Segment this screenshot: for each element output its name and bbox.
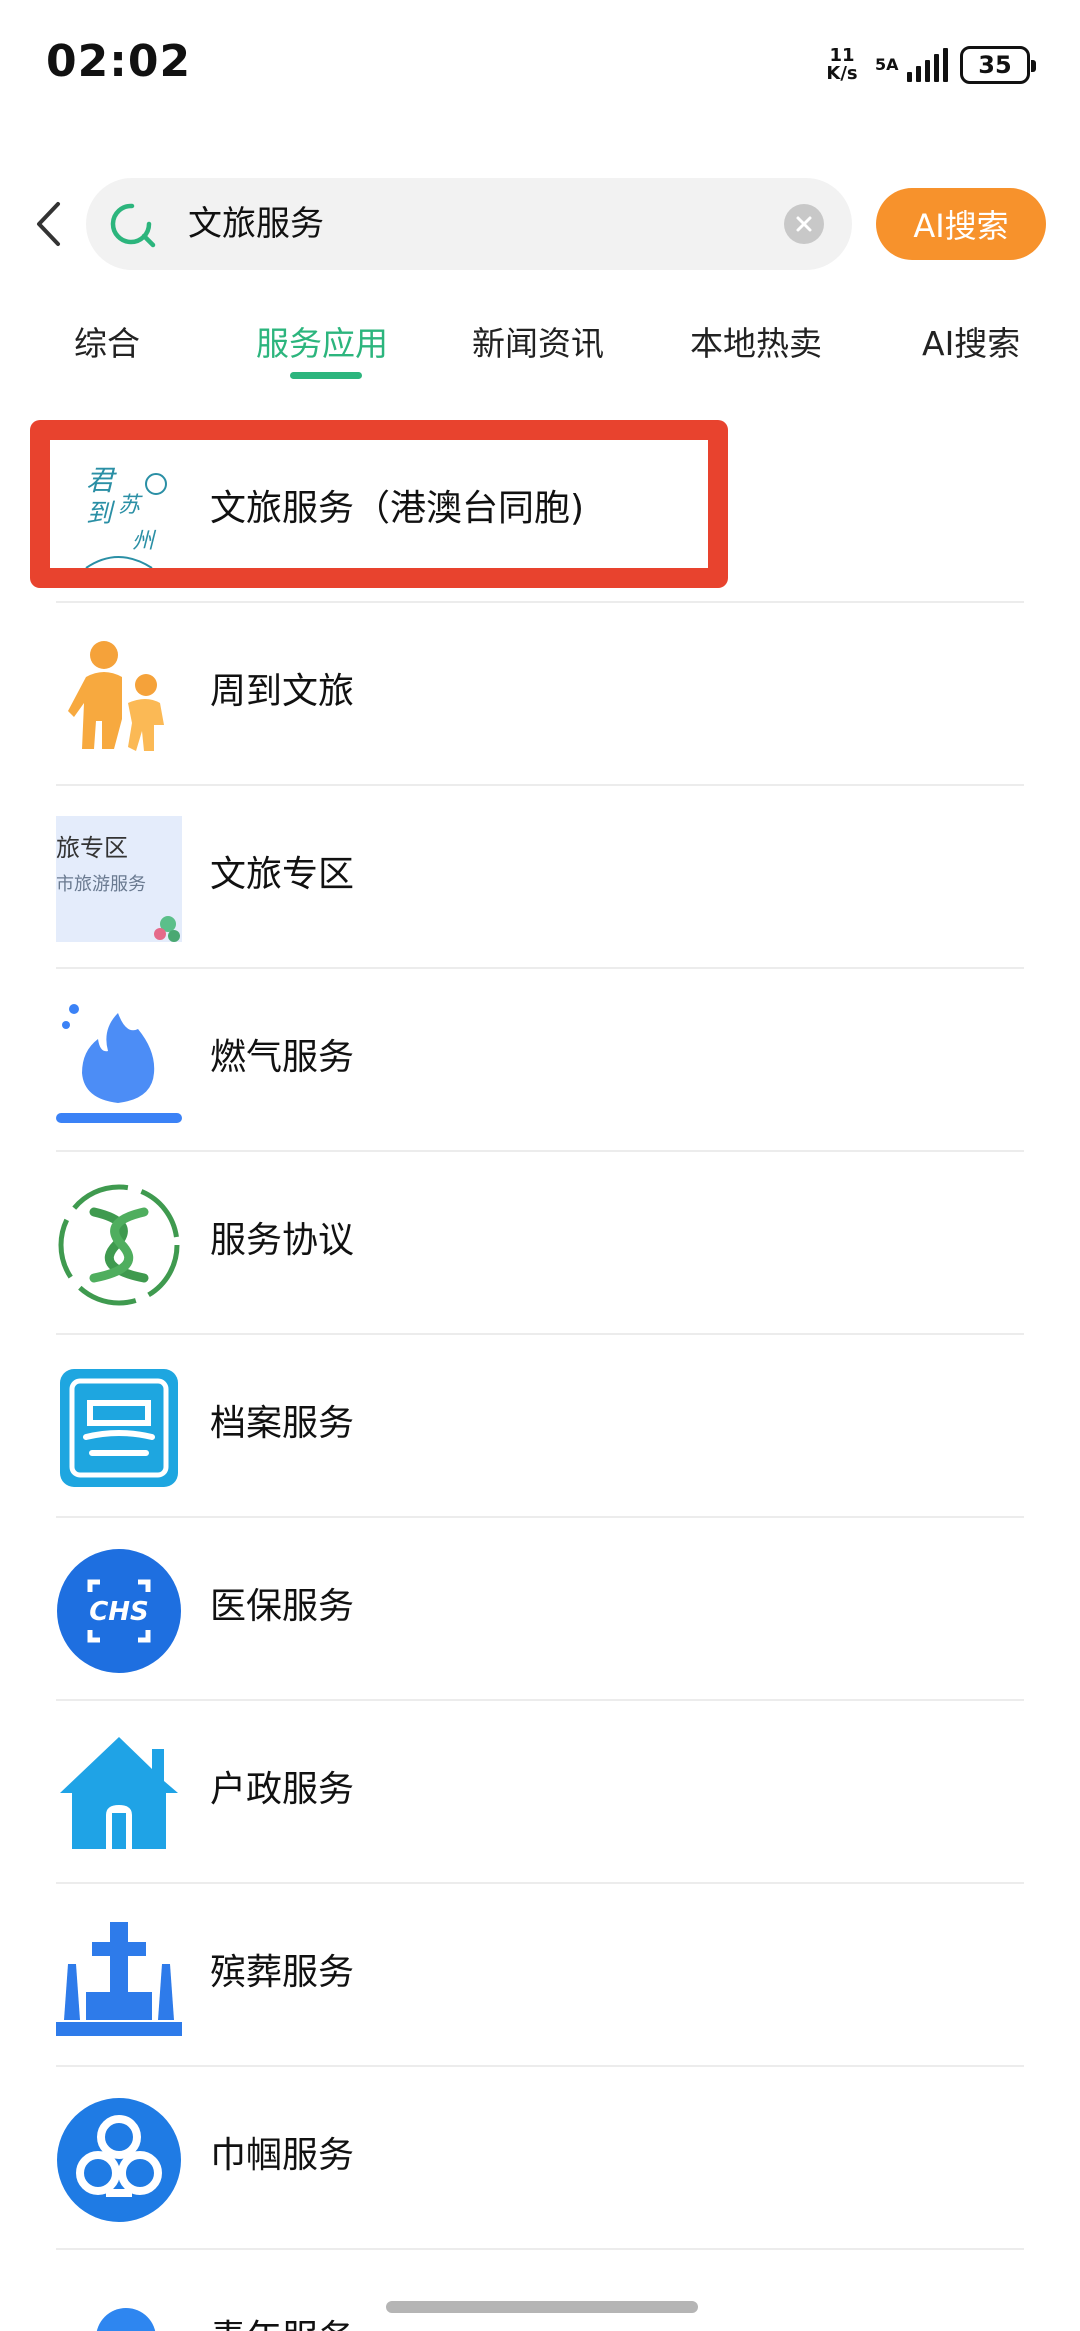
svg-text:州: 州	[132, 529, 157, 554]
list-item-label: 档案服务	[210, 1403, 355, 1444]
status-indicators: 11 K/s 5A 35	[821, 40, 1036, 90]
close-icon	[796, 216, 812, 232]
parent-child-icon	[56, 633, 182, 759]
list-item-label: 医保服务	[210, 1586, 355, 1627]
agreement-emblem-icon	[56, 1182, 182, 1308]
tab-service-apps[interactable]: 服务应用	[256, 318, 388, 370]
svg-text:旅专区: 旅专区	[56, 834, 128, 862]
list-item-label: 户政服务	[210, 1769, 355, 1810]
list-item[interactable]: 殡葬服务	[0, 1884, 1080, 2067]
cloud-icon	[56, 2280, 182, 2331]
status-bar: 02:02 11 K/s 5A 35	[0, 0, 1080, 130]
list-item[interactable]: 燃气服务	[0, 969, 1080, 1152]
tab-comprehensive[interactable]: 综合	[74, 318, 140, 370]
network-speed-unit: K/s	[826, 63, 858, 84]
list-item[interactable]: 周到文旅	[0, 603, 1080, 786]
list-item-label: 殡葬服务	[210, 1952, 355, 1993]
list-item[interactable]: 旅专区 市旅游服务 文旅专区	[0, 786, 1080, 969]
home-indicator[interactable]	[386, 2301, 698, 2313]
list-item-label: 青年服务	[210, 2314, 354, 2331]
svg-text:市旅游服务: 市旅游服务	[56, 874, 146, 895]
svg-text:CHS: CHS	[89, 1597, 149, 1627]
search-query: 文旅服务	[188, 204, 324, 244]
svg-text:苏: 苏	[118, 493, 143, 518]
tab-local-hot[interactable]: 本地热卖	[690, 318, 822, 370]
svg-text:君: 君	[86, 464, 117, 497]
active-tab-indicator	[290, 372, 362, 379]
tab-news[interactable]: 新闻资讯	[472, 318, 604, 370]
status-time: 02:02	[46, 36, 192, 87]
signal-label: 5A	[875, 55, 899, 74]
list-item-label: 周到文旅	[210, 671, 355, 712]
list-item[interactable]: 户政服务	[0, 1701, 1080, 1884]
list-item-label: 服务协议	[210, 1220, 355, 1261]
list-item-label: 巾帼服务	[210, 2135, 355, 2176]
search-input[interactable]: 文旅服务	[86, 178, 852, 270]
search-row: 文旅服务 AI搜索	[0, 178, 1080, 270]
list-item[interactable]: 巾帼服务	[0, 2067, 1080, 2250]
list-item[interactable]: 档案服务	[0, 1335, 1080, 1518]
list-item[interactable]: 君 到 苏 州 文旅服务（港澳台同胞)	[0, 420, 1080, 603]
chs-medical-insurance-icon: CHS	[56, 1548, 182, 1674]
tourism-banner-icon: 旅专区 市旅游服务	[56, 816, 182, 942]
svg-text:到: 到	[86, 499, 116, 529]
archive-seal-icon	[56, 1365, 182, 1491]
list-item-label: 文旅服务（港澳台同胞)	[210, 488, 585, 529]
back-button[interactable]	[28, 200, 68, 248]
search-icon	[110, 203, 156, 248]
network-speed: 11 K/s	[821, 47, 863, 83]
list-item-label: 文旅专区	[210, 854, 355, 895]
house-icon	[56, 1731, 182, 1857]
battery-level: 35	[978, 51, 1012, 79]
ai-search-button[interactable]: AI搜索	[876, 188, 1046, 260]
calligraphy-logo-icon: 君 到 苏 州	[56, 450, 182, 576]
list-item[interactable]: 服务协议	[0, 1152, 1080, 1335]
list-item[interactable]: CHS 医保服务	[0, 1518, 1080, 1701]
signal-icon	[907, 48, 948, 82]
tab-bar: 综合 服务应用 新闻资讯 本地热卖 AI搜索	[0, 318, 1080, 388]
list-item-label: 燃气服务	[210, 1037, 355, 1078]
tab-ai-search[interactable]: AI搜索	[922, 318, 1020, 370]
gas-flame-icon	[56, 999, 182, 1125]
battery-icon: 35	[960, 46, 1036, 84]
cemetery-icon	[56, 1914, 182, 2040]
clear-button[interactable]	[784, 204, 824, 244]
women-federation-icon	[56, 2097, 182, 2223]
list-item[interactable]: 青年服务	[0, 2250, 1080, 2331]
back-arrow-icon	[37, 202, 60, 246]
